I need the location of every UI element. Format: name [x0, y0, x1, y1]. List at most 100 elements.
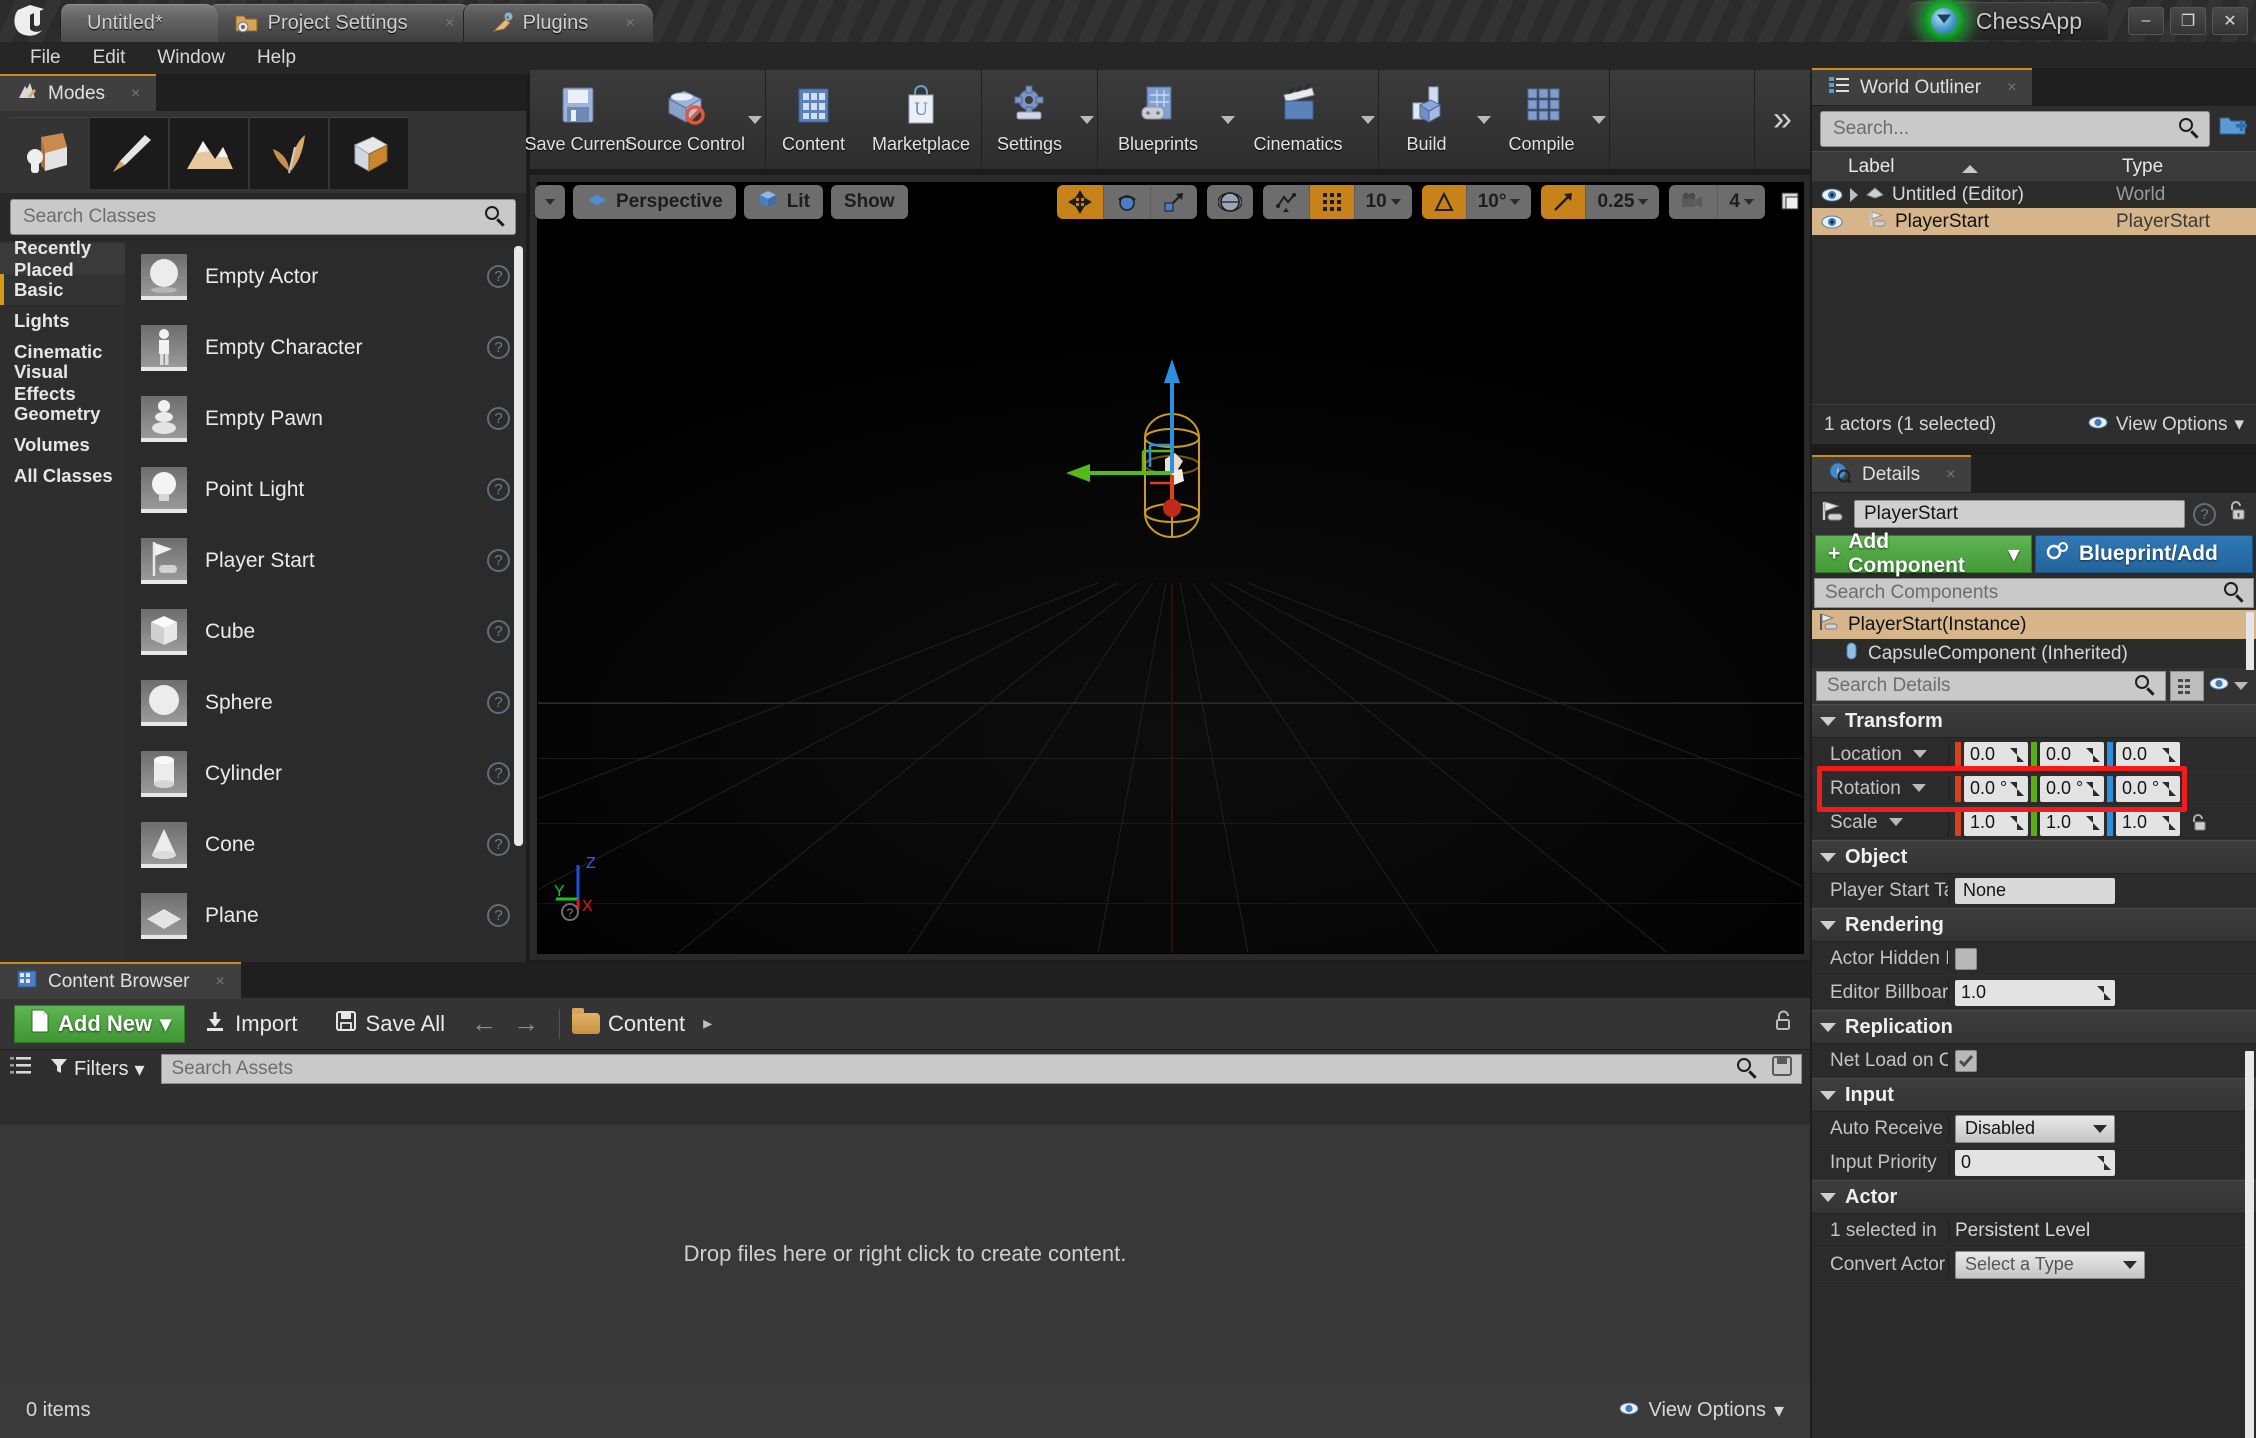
search-classes-input[interactable]: Search Classes: [10, 199, 516, 235]
geometry-edit-mode-icon[interactable]: [330, 117, 408, 189]
tab-details[interactable]: i Details ×: [1812, 455, 1972, 492]
spinner-icon[interactable]: [2086, 815, 2100, 830]
category-recently-placed[interactable]: Recently Placed: [0, 237, 125, 280]
editor-tab-untitled[interactable]: Untitled*: [60, 4, 218, 42]
content-button[interactable]: Content: [766, 70, 861, 169]
sources-toggle-icon[interactable]: [8, 1054, 34, 1084]
menu-file[interactable]: File: [16, 44, 75, 72]
details-view-options-button[interactable]: [2208, 675, 2252, 697]
section-object[interactable]: Object: [1812, 840, 2256, 874]
translate-gizmo-icon[interactable]: [1056, 185, 1104, 219]
close-button[interactable]: ✕: [2212, 7, 2248, 35]
section-replication[interactable]: Replication: [1812, 1010, 2256, 1044]
class-item-sphere[interactable]: Sphere ?: [125, 667, 526, 738]
source-control-dropdown[interactable]: [745, 70, 765, 169]
source-control-button[interactable]: Source Control: [625, 70, 745, 169]
settings-dropdown[interactable]: [1077, 70, 1097, 169]
grid-snap-value[interactable]: 10: [1354, 185, 1412, 219]
modes-class-list[interactable]: Empty Actor ? Empty Character ? Empty Pa…: [125, 241, 526, 1013]
breadcrumb-content[interactable]: Content ▸: [572, 1008, 730, 1037]
player-start-tag-field[interactable]: None: [1955, 877, 2115, 904]
build-button[interactable]: Build: [1379, 70, 1474, 169]
location-y-field[interactable]: 0.0: [2040, 741, 2104, 768]
import-button[interactable]: Import: [185, 1009, 315, 1039]
add-new-button[interactable]: Add New ▾: [14, 1004, 186, 1043]
help-icon[interactable]: ?: [487, 691, 510, 714]
class-item-cylinder[interactable]: Cylinder ?: [125, 738, 526, 809]
back-button[interactable]: ←: [463, 1008, 505, 1039]
category-volumes[interactable]: Volumes: [0, 429, 125, 460]
expand-arrow-icon[interactable]: [1850, 187, 1858, 202]
category-lights[interactable]: Lights: [0, 305, 125, 336]
settings-button[interactable]: Settings: [982, 70, 1077, 169]
help-icon[interactable]: ?: [487, 549, 510, 572]
save-search-icon[interactable]: [1771, 1055, 1793, 1083]
view-mode-button[interactable]: Lit: [743, 185, 823, 219]
add-component-button[interactable]: + Add Component ▾: [1815, 530, 2032, 577]
editor-tab-project-settings[interactable]: Project Settings ×: [207, 4, 473, 42]
spinner-icon[interactable]: [2097, 1155, 2111, 1170]
close-icon[interactable]: ×: [1946, 466, 1955, 484]
toolbar-overflow-button[interactable]: »: [1754, 70, 1810, 169]
tab-content-browser[interactable]: Content Browser ×: [0, 962, 241, 999]
blueprints-dropdown[interactable]: [1218, 70, 1238, 169]
menu-help[interactable]: Help: [243, 44, 310, 72]
content-browser-view-options-button[interactable]: View Options ▾: [1618, 1398, 1784, 1423]
scale-x-field[interactable]: 1.0: [1964, 809, 2028, 836]
spinner-icon[interactable]: [2086, 747, 2100, 762]
menu-window[interactable]: Window: [143, 44, 239, 72]
chevron-down-icon[interactable]: [1912, 784, 1927, 793]
angle-snap-icon[interactable]: [1421, 185, 1467, 219]
class-list-scrollbar[interactable]: [514, 246, 523, 846]
rotate-gizmo-icon[interactable]: [1103, 185, 1151, 219]
spinner-icon[interactable]: [2010, 747, 2024, 762]
auto-receive-input-dropdown[interactable]: Disabled: [1955, 1114, 2115, 1143]
build-dropdown[interactable]: [1474, 70, 1494, 169]
restore-button[interactable]: ❐: [2170, 7, 2206, 35]
eye-icon[interactable]: [1820, 187, 1844, 203]
content-browser-lock-icon[interactable]: [1770, 1008, 1796, 1040]
section-transform[interactable]: Transform: [1812, 704, 2256, 738]
actor-hidden-checkbox[interactable]: [1955, 947, 1977, 970]
class-item-plane[interactable]: Plane ?: [125, 880, 526, 951]
components-search-input[interactable]: Search Components: [1814, 578, 2254, 608]
compile-dropdown[interactable]: [1589, 70, 1609, 169]
chevron-down-icon[interactable]: [1913, 750, 1928, 759]
menu-edit[interactable]: Edit: [79, 44, 140, 72]
scale-gizmo-icon[interactable]: [1150, 185, 1197, 219]
net-load-on-client-checkbox[interactable]: [1955, 1049, 1977, 1072]
marketplace-button[interactable]: U Marketplace: [861, 70, 981, 169]
category-visual-effects[interactable]: Visual Effects: [0, 361, 125, 404]
section-input[interactable]: Input: [1812, 1078, 2256, 1112]
tab-close-icon[interactable]: ×: [625, 13, 635, 33]
tab-modes[interactable]: Modes ×: [0, 74, 157, 111]
outliner-search-input[interactable]: Search...: [1820, 111, 2210, 147]
tab-close-icon[interactable]: ×: [445, 13, 455, 33]
chevron-down-icon[interactable]: [1888, 818, 1903, 827]
compile-button[interactable]: Compile: [1494, 70, 1589, 169]
save-current-button[interactable]: Save Current: [524, 70, 631, 169]
viewport-options-button[interactable]: [535, 185, 565, 219]
help-icon[interactable]: ?: [487, 620, 510, 643]
class-item-cone[interactable]: Cone ?: [125, 809, 526, 880]
filters-button[interactable]: Filters ▾: [44, 1057, 151, 1082]
spinner-icon[interactable]: [2162, 815, 2176, 830]
outliner-row-untitled-editor[interactable]: Untitled (Editor) World: [1812, 181, 2256, 208]
scale-z-field[interactable]: 1.0: [2116, 809, 2180, 836]
close-icon[interactable]: ×: [131, 85, 140, 103]
actor-name-field[interactable]: PlayerStart: [1854, 500, 2185, 528]
cinematics-dropdown[interactable]: [1358, 70, 1378, 169]
scale-snap-icon[interactable]: [1541, 185, 1587, 219]
spinner-icon[interactable]: [2086, 781, 2100, 796]
component-row-playerstart-instance[interactable]: PlayerStart(Instance): [1812, 610, 2256, 639]
landscape-mode-icon[interactable]: [170, 117, 248, 189]
help-icon[interactable]: ?: [487, 336, 510, 359]
cinematics-button[interactable]: Cinematics: [1238, 70, 1358, 169]
save-all-button[interactable]: Save All: [316, 1009, 464, 1039]
rotation-x-field[interactable]: 0.0 °: [1964, 775, 2028, 802]
section-rendering[interactable]: Rendering: [1812, 908, 2256, 942]
help-icon[interactable]: ?: [487, 407, 510, 430]
camera-speed-icon[interactable]: [1669, 185, 1719, 219]
section-actor[interactable]: Actor: [1812, 1180, 2256, 1214]
class-item-cube[interactable]: Cube ?: [125, 596, 526, 667]
